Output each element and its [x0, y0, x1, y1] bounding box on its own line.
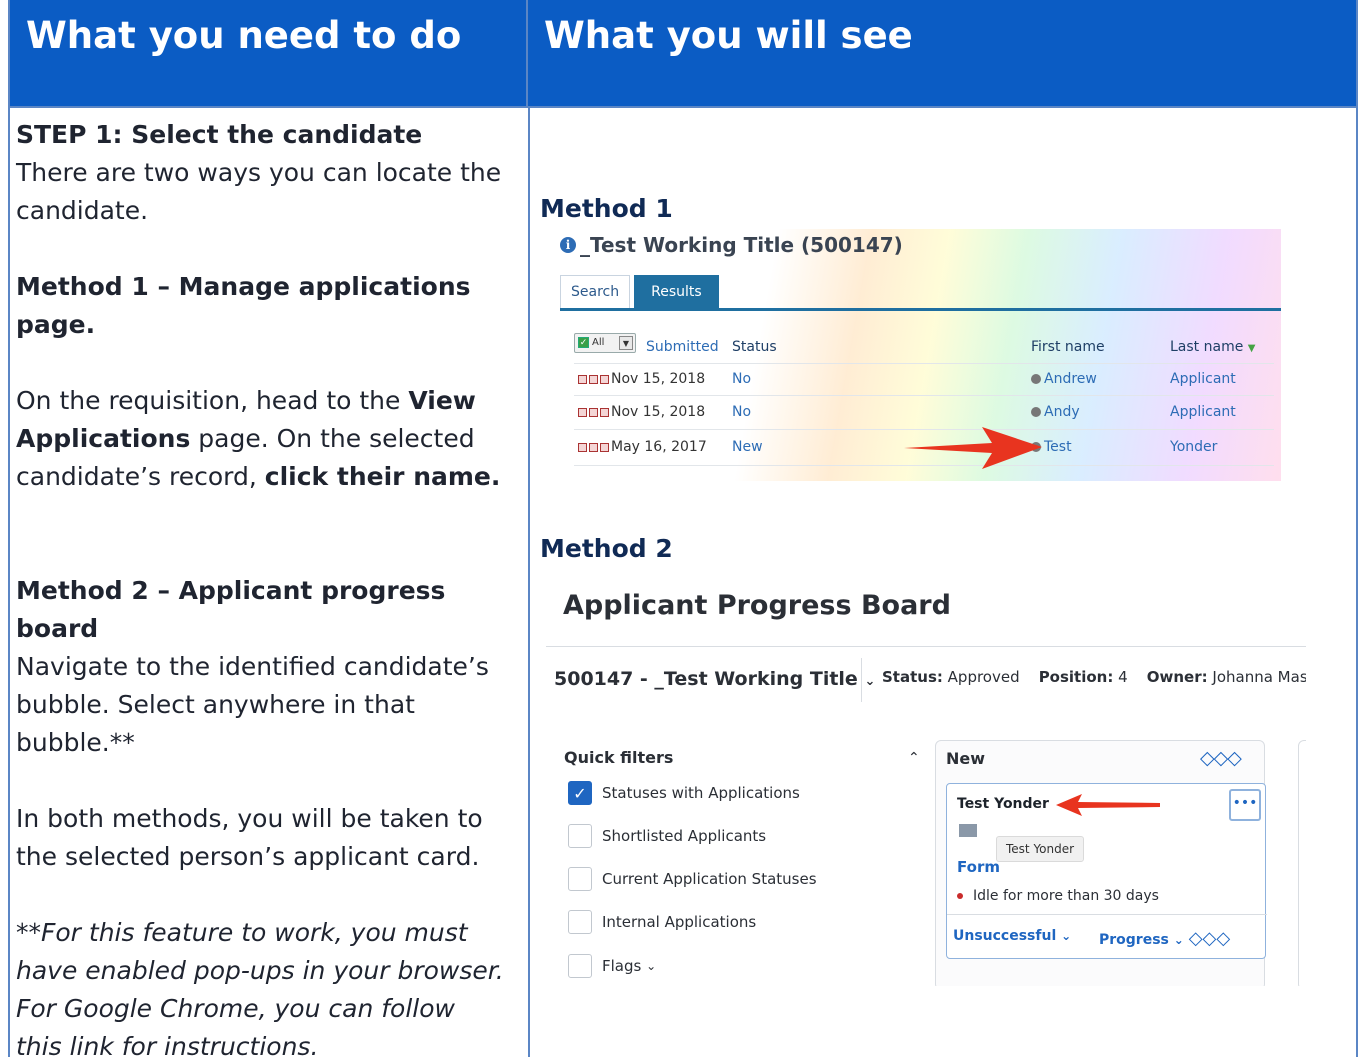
red-arrow-icon [1056, 794, 1160, 816]
chevron-down-icon: ⌄ [864, 674, 876, 689]
col-submitted[interactable]: Submitted [646, 339, 719, 355]
method1-text: On the requisition, head to the View App… [16, 386, 501, 491]
popup-note: **For this feature to work, you must hav… [16, 914, 506, 1057]
both-methods-text: In both methods, you will be taken to th… [16, 804, 483, 871]
diamond-icons[interactable]: ◇◇◇ [1200, 747, 1242, 769]
method2-title: Method 2 – Applicant progress board [16, 576, 446, 643]
step-text: There are two ways you can locate the ca… [16, 158, 502, 225]
filter-shortlisted[interactable]: Shortlisted Applicants [568, 824, 766, 848]
board-title: Applicant Progress Board [563, 590, 951, 621]
tab-search[interactable]: Search [560, 275, 631, 309]
requisition-selector[interactable]: 500147 - _Test Working Title ⌄ [554, 668, 875, 690]
column-new: New ◇◇◇ Test Yonder ••• Test Yonder Form… [935, 740, 1267, 986]
header-right: What you will see [544, 14, 913, 57]
filter-internal[interactable]: Internal Applications [568, 910, 756, 934]
name-tooltip: Test Yonder [996, 836, 1085, 862]
requisition-title: i _Test Working Title (500147) [560, 233, 903, 257]
tab-results[interactable]: Results [634, 275, 719, 309]
filter-statuses-with-applications[interactable]: ✓ Statuses with Applications [568, 781, 800, 805]
mail-icon[interactable] [959, 824, 977, 837]
checkbox[interactable] [568, 824, 592, 848]
table-row[interactable]: Nov 15, 2018 No Andrew Applicant [574, 371, 1274, 401]
grid-header-row: ✓ All ▼ Submitted Status First name Last… [574, 333, 1274, 369]
chevron-down-icon: ▼ [619, 336, 633, 350]
checkbox[interactable] [568, 910, 592, 934]
col-last-name[interactable]: Last name ▼ [1170, 339, 1255, 355]
step-title: STEP 1: Select the candidate [16, 120, 423, 149]
first-name-link[interactable]: Andrew [1031, 371, 1097, 387]
column-title: New [946, 749, 986, 768]
header-left: What you need to do [10, 0, 528, 108]
filter-current-statuses[interactable]: Current Application Statuses [568, 867, 817, 891]
col-status[interactable]: Status [732, 339, 777, 355]
col-first-name[interactable]: First name [1031, 339, 1105, 355]
more-options-icon[interactable]: ••• [1229, 789, 1261, 821]
manage-applications-screenshot: i _Test Working Title (500147) Search Re… [544, 229, 1281, 481]
sort-down-icon: ▼ [1247, 343, 1256, 354]
checkbox-checked-icon[interactable]: ✓ [568, 781, 592, 805]
diamond-icons: ◇◇◇ [1188, 928, 1231, 949]
chevron-down-icon: ⌄ [646, 959, 657, 973]
unsuccessful-dropdown[interactable]: Unsuccessful ⌄ [953, 928, 1071, 944]
checkbox[interactable] [568, 867, 592, 891]
tab-bar: Search Results [560, 275, 719, 309]
applicant-name[interactable]: Test Yonder [957, 796, 1049, 812]
column-divider [528, 108, 530, 1057]
method2-label: Method 2 [540, 534, 673, 563]
progress-board-screenshot: Applicant Progress Board 500147 - _Test … [546, 570, 1306, 986]
select-all-dropdown[interactable]: ✓ All ▼ [574, 333, 636, 353]
filter-flags[interactable]: Flags ⌄ [568, 954, 656, 978]
red-arrow-icon [904, 427, 1042, 469]
first-name-link[interactable]: Andy [1031, 404, 1080, 420]
next-column [1298, 740, 1306, 986]
instructions-column: STEP 1: Select the candidate There are t… [16, 116, 506, 1057]
idle-indicator: Idle for more than 30 days [957, 888, 1159, 904]
checkbox-icon: ✓ [578, 337, 589, 348]
method1-title: Method 1 – Manage applications page. [16, 272, 471, 339]
info-icon: i [560, 237, 576, 253]
instructions-link[interactable]: this link [16, 1032, 114, 1057]
requisition-meta: Status: Approved Position: 4 Owner: Joha… [882, 668, 1306, 686]
table-header: What you need to do What you will see [10, 0, 1356, 108]
progress-dropdown[interactable]: Progress ⌄ ◇◇◇ [1099, 928, 1230, 949]
form-link[interactable]: Form [957, 858, 1000, 876]
method2-text: Navigate to the identified candidate’s b… [16, 652, 489, 757]
method1-label: Method 1 [540, 194, 673, 223]
checkbox[interactable] [568, 954, 592, 978]
quick-filters-title: Quick filters [564, 748, 674, 767]
tab-underline [560, 308, 1281, 311]
collapse-icon[interactable]: ⌃ [908, 750, 920, 766]
